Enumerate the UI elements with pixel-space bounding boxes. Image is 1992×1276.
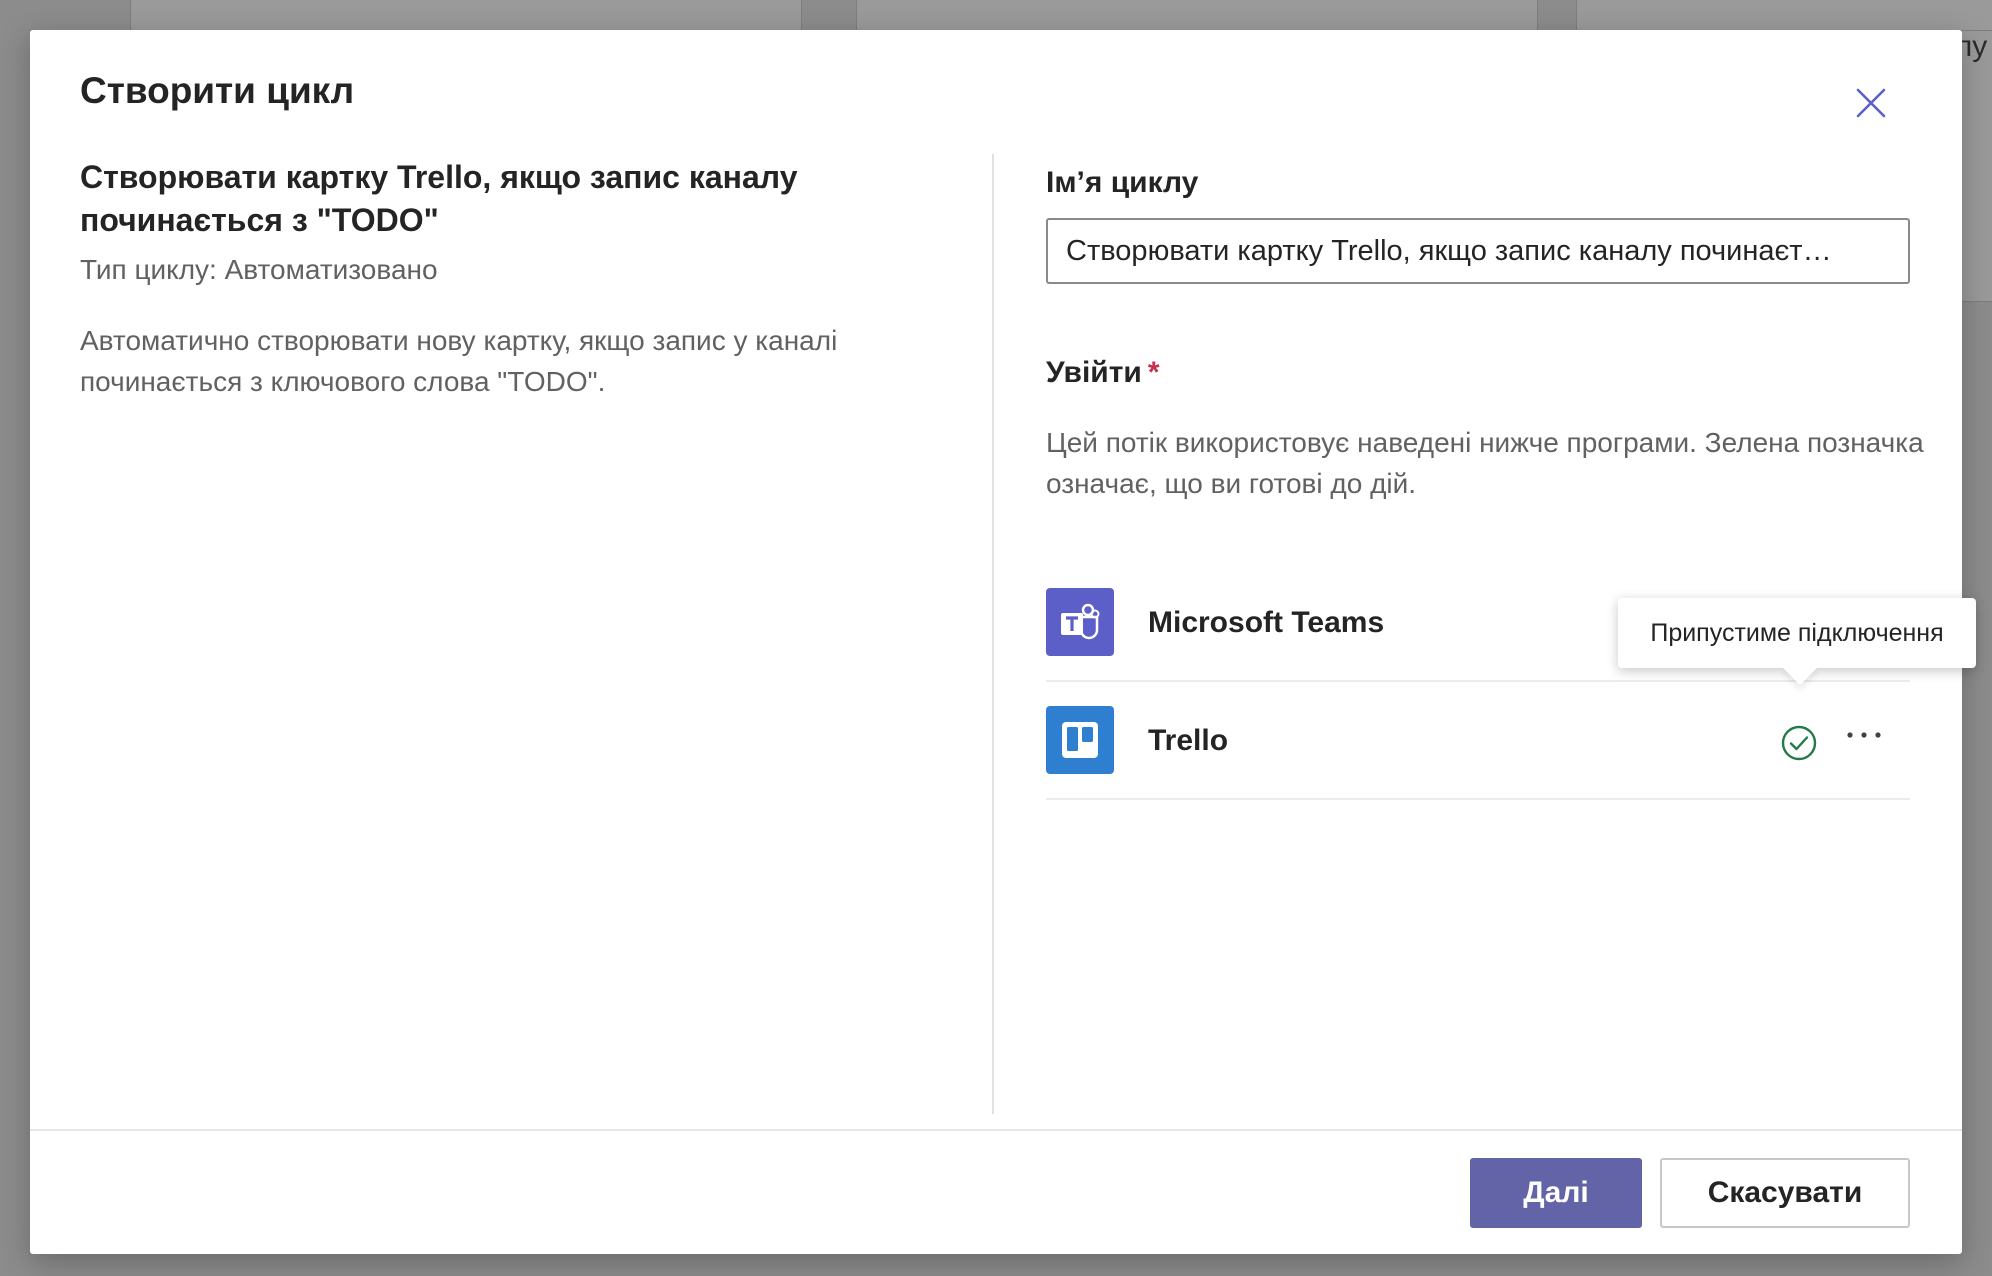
required-marker: * — [1147, 356, 1160, 389]
dialog-title: Створити цикл — [80, 70, 355, 111]
flow-name-input[interactable] — [1046, 218, 1910, 284]
app-name-microsoft-teams: Microsoft Teams — [1148, 606, 1385, 639]
trello-logo-icon — [1046, 706, 1114, 774]
connection-tooltip: Припустиме підключення — [1618, 598, 1976, 685]
background-card — [1576, 0, 1992, 34]
signin-label: Увійти * — [1046, 356, 1160, 390]
flow-description: Автоматично створювати нову картку, якщо… — [80, 325, 838, 397]
signin-description: Цей потік використовує наведені нижче пр… — [1046, 427, 1924, 499]
more-options-button[interactable] — [1842, 720, 1886, 750]
more-icon — [1847, 732, 1881, 738]
teams-logo-icon — [1046, 588, 1114, 656]
signin-label-text: Увійти — [1046, 356, 1142, 389]
close-button[interactable] — [1848, 80, 1894, 126]
tooltip-text: Припустиме підключення — [1650, 618, 1944, 647]
footer-divider — [30, 1129, 1962, 1131]
check-circle-icon — [1781, 725, 1817, 761]
app-name-trello: Trello — [1148, 724, 1229, 757]
column-divider — [992, 154, 994, 1114]
flow-name-label: Ім’я циклу — [1046, 166, 1199, 199]
cancel-button[interactable]: Скасувати — [1660, 1158, 1910, 1228]
flow-type: Тип циклу: Автоматизовано — [80, 254, 438, 285]
flow-title: Створювати картку Trello, якщо запис кан… — [80, 159, 798, 238]
app-row-trello: Trello — [1046, 684, 1910, 800]
background-card — [856, 0, 1538, 34]
next-button[interactable]: Далі — [1470, 1158, 1642, 1228]
background-card — [130, 0, 802, 34]
background-side-card — [1960, 30, 1992, 302]
close-icon — [1856, 88, 1886, 118]
